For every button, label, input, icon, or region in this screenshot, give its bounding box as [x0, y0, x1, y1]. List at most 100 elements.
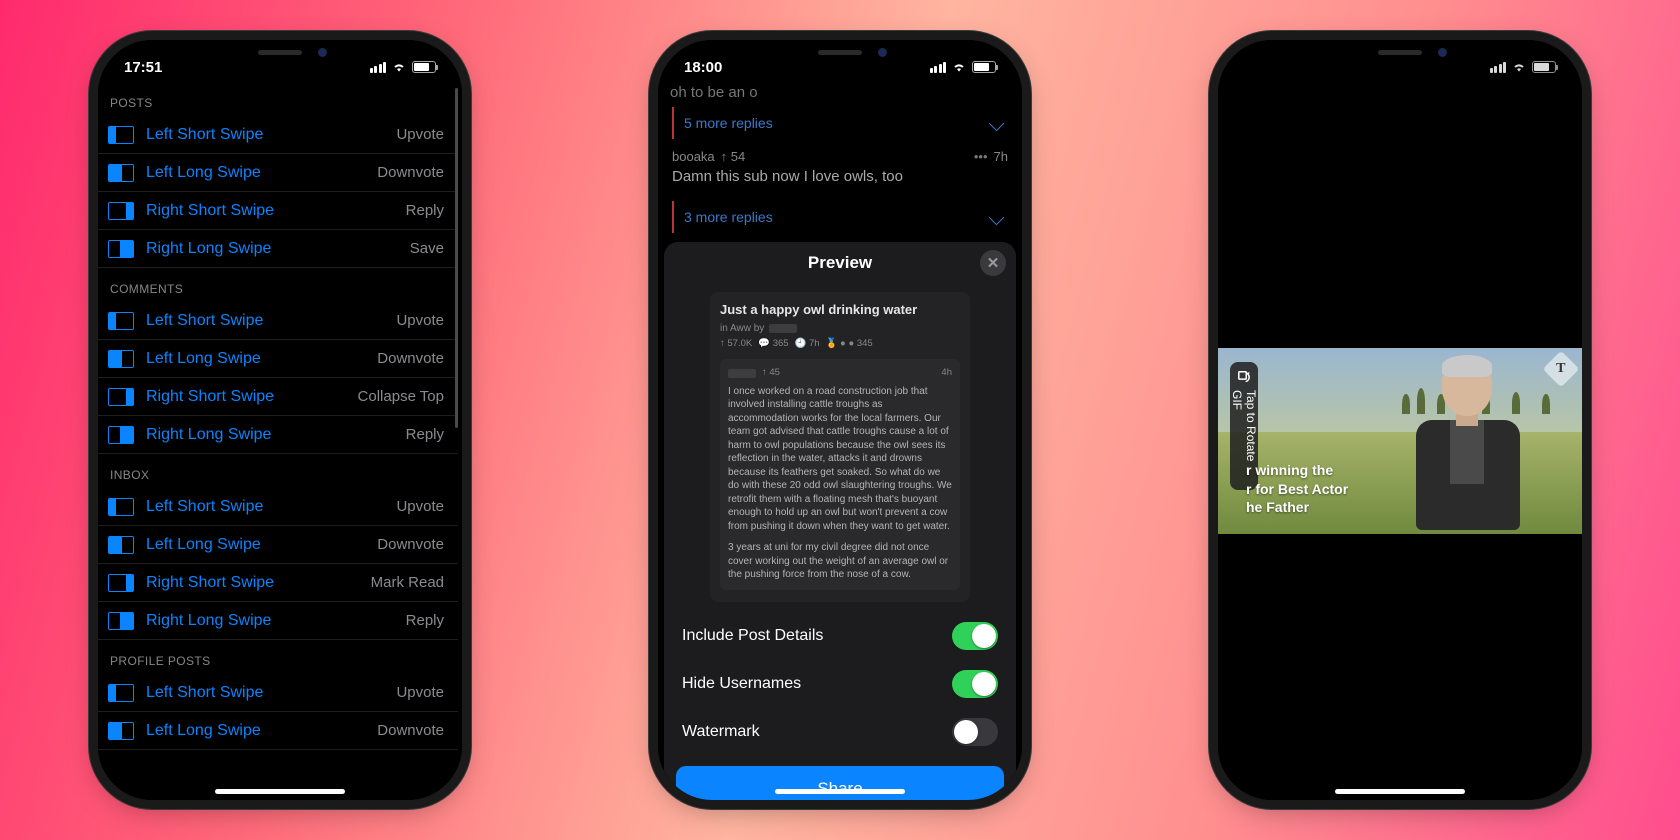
toggle-row: Include Post Details [664, 612, 1016, 660]
swipe-setting-row[interactable]: Left Long SwipeDownvote [98, 340, 458, 378]
settings-list[interactable]: POSTSLeft Short SwipeUpvoteLeft Long Swi… [98, 82, 462, 800]
home-indicator[interactable] [775, 789, 905, 794]
setting-value: Mark Read [371, 574, 444, 591]
toggle-switch[interactable] [952, 718, 998, 746]
setting-value: Upvote [396, 498, 444, 515]
battery-icon [972, 61, 996, 73]
setting-label: Left Short Swipe [146, 684, 396, 702]
swipe-direction-icon [108, 312, 134, 330]
phone-preview: 18:00 ◀ Search oh to be an o 5 more repl… [658, 40, 1022, 800]
swipe-setting-row[interactable]: Left Short SwipeUpvote [98, 674, 458, 712]
more-replies-1[interactable]: 5 more replies [672, 107, 1008, 139]
phone-gif: Tap to Rotate GIF T r winning the r for … [1218, 40, 1582, 800]
swipe-direction-icon [108, 388, 134, 406]
more-replies-2[interactable]: 3 more replies [672, 201, 1008, 233]
swipe-setting-row[interactable]: Right Short SwipeCollapse Top [98, 378, 458, 416]
phone-settings: 17:51 POSTSLeft Short SwipeUpvoteLeft Lo… [98, 40, 462, 800]
setting-value: Upvote [396, 312, 444, 329]
home-indicator[interactable] [215, 789, 345, 794]
swipe-setting-row[interactable]: Left Short SwipeUpvote [98, 488, 458, 526]
swipe-setting-row[interactable]: Right Long SwipeSave [98, 230, 458, 268]
section-header: COMMENTS [98, 268, 458, 302]
sheet-title: Preview [808, 253, 872, 273]
toggle-row: Hide Usernames [664, 660, 1016, 708]
share-button[interactable]: Share [676, 766, 1004, 800]
setting-value: Reply [406, 612, 444, 629]
person-figure [1398, 358, 1538, 528]
comment-body: Damn this sub now I love owls, too [672, 164, 1008, 193]
hidden-username [728, 369, 756, 378]
setting-value: Downvote [377, 350, 444, 367]
setting-value: Upvote [396, 126, 444, 143]
preview-comment-age: 4h [941, 367, 952, 380]
share-sheet: Preview ✕ Just a happy owl drinking wate… [664, 242, 1016, 800]
chevron-down-icon [989, 115, 1005, 131]
preview-comment-p2: 3 years at uni for my civil degree did n… [728, 541, 952, 582]
close-button[interactable]: ✕ [980, 250, 1006, 276]
swipe-direction-icon [108, 350, 134, 368]
setting-label: Right Long Swipe [146, 612, 406, 630]
swipe-setting-row[interactable]: Right Long SwipeReply [98, 602, 458, 640]
swipe-setting-row[interactable]: Left Long SwipeDownvote [98, 712, 458, 750]
swipe-direction-icon [108, 202, 134, 220]
swipe-direction-icon [108, 240, 134, 258]
swipe-direction-icon [108, 164, 134, 182]
comment-score: ↑ 54 [721, 149, 746, 164]
swipe-setting-row[interactable]: Left Long SwipeDownvote [98, 154, 458, 192]
notch [195, 40, 365, 68]
swipe-setting-row[interactable]: Right Short SwipeMark Read [98, 564, 458, 602]
swipe-direction-icon [108, 612, 134, 630]
section-header: INBOX [98, 454, 458, 488]
swipe-direction-icon [108, 722, 134, 740]
swipe-setting-row[interactable]: Right Short SwipeReply [98, 192, 458, 230]
more-icon[interactable]: ••• [974, 149, 988, 164]
battery-icon [1532, 61, 1556, 73]
toggle-switch[interactable] [952, 670, 998, 698]
swipe-direction-icon [108, 498, 134, 516]
chevron-down-icon [989, 209, 1005, 225]
swipe-direction-icon [108, 574, 134, 592]
post-subreddit: in Aww by [720, 323, 764, 334]
post-title: Just a happy owl drinking water [720, 302, 960, 317]
setting-value: Downvote [377, 722, 444, 739]
wifi-icon [951, 61, 967, 73]
toggle-row: Watermark [664, 708, 1016, 756]
gif-caption: r winning the r for Best Actor he Father [1246, 461, 1348, 516]
swipe-setting-row[interactable]: Right Long SwipeReply [98, 416, 458, 454]
post-stats: ↑ 57.0K 💬 365 🕘 7h 🏅 ● ● 345 [720, 334, 960, 349]
battery-icon [412, 61, 436, 73]
setting-value: Reply [406, 202, 444, 219]
setting-value: Downvote [377, 536, 444, 553]
preview-card: Just a happy owl drinking water in Aww b… [710, 292, 970, 602]
setting-label: Left Short Swipe [146, 126, 396, 144]
setting-value: Downvote [377, 164, 444, 181]
swipe-direction-icon [108, 126, 134, 144]
swipe-direction-icon [108, 536, 134, 554]
wifi-icon [1511, 61, 1527, 73]
toggle-label: Watermark [682, 723, 760, 741]
gif-viewer[interactable]: Tap to Rotate GIF T r winning the r for … [1218, 348, 1582, 534]
rotate-icon [1235, 368, 1253, 386]
cellular-icon [1490, 62, 1507, 73]
setting-value: Save [410, 240, 444, 257]
cellular-icon [370, 62, 387, 73]
preview-comment: ↑ 45 4h I once worked on a road construc… [720, 359, 960, 590]
comment-user: booaka [672, 149, 715, 164]
setting-label: Right Short Swipe [146, 202, 406, 220]
setting-value: Reply [406, 426, 444, 443]
setting-label: Right Long Swipe [146, 426, 406, 444]
toggle-label: Include Post Details [682, 627, 823, 645]
comment[interactable]: booaka ↑ 54 ••• 7h Damn this sub now I l… [670, 145, 1010, 195]
comment-age: 7h [994, 149, 1008, 164]
preview-comment-score: ↑ 45 [762, 367, 780, 380]
setting-label: Right Long Swipe [146, 240, 410, 258]
swipe-setting-row[interactable]: Left Short SwipeUpvote [98, 302, 458, 340]
setting-label: Left Short Swipe [146, 498, 396, 516]
scrollbar-thumb[interactable] [455, 88, 458, 428]
preview-comment-p1: I once worked on a road construction job… [728, 385, 952, 534]
section-header: POSTS [98, 82, 458, 116]
swipe-setting-row[interactable]: Left Short SwipeUpvote [98, 116, 458, 154]
toggle-switch[interactable] [952, 622, 998, 650]
swipe-setting-row[interactable]: Left Long SwipeDownvote [98, 526, 458, 564]
home-indicator[interactable] [1335, 789, 1465, 794]
